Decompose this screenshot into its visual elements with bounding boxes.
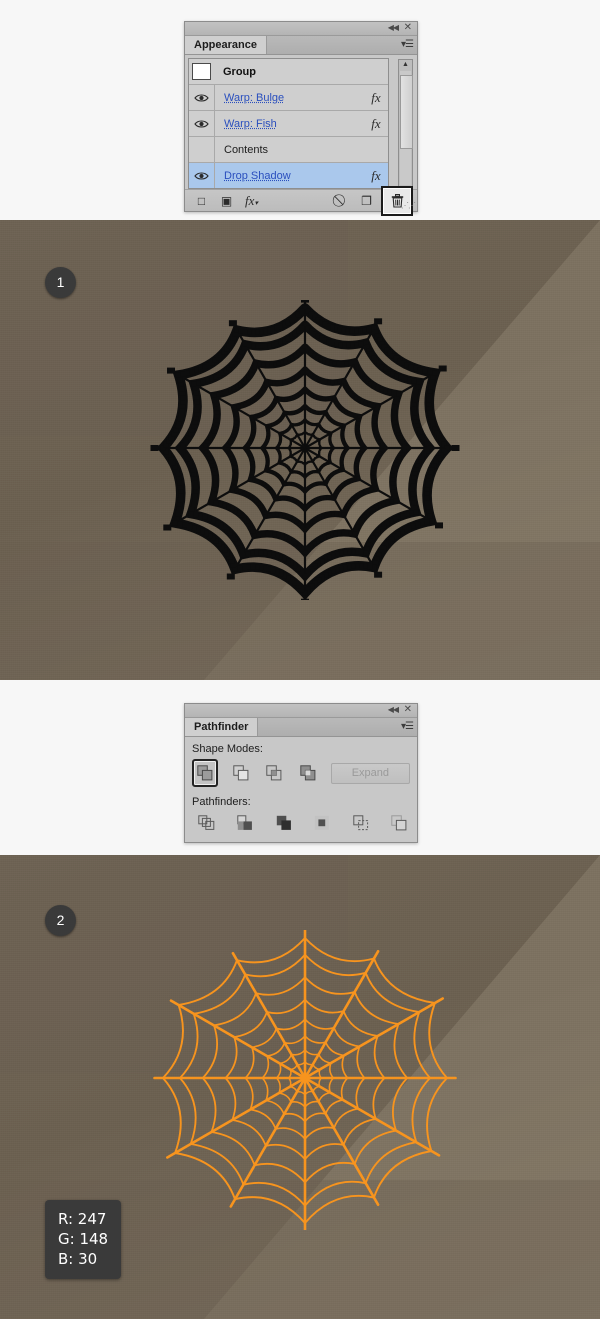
trim-icon	[237, 815, 253, 830]
step-badge-2: 2	[45, 905, 76, 936]
add-effect-icon[interactable]: fx▾	[239, 193, 264, 209]
unite-icon	[197, 765, 213, 781]
spiderweb-black-with-anchors[interactable]	[145, 300, 465, 600]
rgb-readout: R: 247 G: 148 B: 30	[45, 1200, 122, 1279]
fx-icon[interactable]: fx	[364, 116, 388, 132]
appearance-row-contents[interactable]: Contents	[189, 137, 388, 163]
pathfinder-titlebar: ◀◀ ✕	[185, 704, 417, 718]
crop-icon	[315, 815, 330, 830]
step-badge-1-label: 1	[56, 274, 65, 290]
panel-menu-icon[interactable]: ▾☰	[401, 721, 414, 732]
duplicate-item-icon[interactable]: ❐	[354, 194, 379, 208]
spiderweb-orange[interactable]	[145, 930, 465, 1230]
pathfinder-outline-button[interactable]	[350, 812, 372, 834]
minus-front-icon	[233, 765, 249, 781]
pathfinder-body: Shape Modes: Expand Pathfinders:	[185, 737, 417, 842]
eye-icon[interactable]	[189, 163, 215, 188]
double-chevron-left-icon[interactable]: ◀◀	[388, 23, 399, 32]
add-new-fill-icon[interactable]: ▣	[214, 194, 239, 208]
add-new-stroke-icon[interactable]: □	[189, 194, 214, 208]
exclude-icon	[299, 765, 316, 781]
tab-filler	[267, 36, 417, 54]
step-badge-2-label: 2	[56, 912, 65, 928]
pathfinder-panel[interactable]: ◀◀ ✕ Pathfinder ▾☰ Shape Modes: Expand P…	[184, 703, 418, 843]
merge-icon	[276, 815, 291, 830]
minus-back-icon	[391, 815, 407, 831]
fx-icon[interactable]: fx	[364, 90, 388, 106]
appearance-titlebar: ◀◀ ✕	[185, 22, 417, 36]
shape-modes-label: Shape Modes:	[192, 743, 263, 755]
appearance-row-warp-bulge[interactable]: Warp: Bulge fx	[189, 85, 388, 111]
eye-glyph	[194, 119, 209, 128]
scroll-up-icon[interactable]: ▲	[402, 60, 409, 71]
tab-pathfinder-label: Pathfinder	[194, 721, 249, 733]
clear-appearance-icon[interactable]: ⃠	[329, 193, 354, 208]
appearance-scrollbar[interactable]: ▲ ▼	[398, 59, 413, 197]
pathfinder-tabrow: Pathfinder ▾☰	[185, 718, 417, 737]
scroll-thumb[interactable]	[400, 75, 413, 149]
panel-menu-icon[interactable]: ▾☰	[401, 39, 414, 50]
appearance-row-label: Group	[223, 65, 256, 78]
appearance-row-warp-fish[interactable]: Warp: Fish fx	[189, 111, 388, 137]
appearance-row-label[interactable]: Drop Shadow	[215, 170, 364, 182]
appearance-row-group[interactable]: Group	[189, 59, 388, 85]
pathfinder-trim-button[interactable]	[235, 812, 257, 834]
appearance-panel[interactable]: ◀◀ ✕ Appearance ▾☰ Group Warp: Bulge fx …	[184, 21, 418, 216]
close-icon[interactable]: ✕	[404, 22, 412, 34]
pathfinder-merge-button[interactable]	[273, 812, 295, 834]
step2-artboard-screenshot: 2 R: 247 G: 148 B: 30	[0, 855, 600, 1319]
shape-mode-minus-front-button[interactable]	[231, 762, 251, 784]
rgb-g-value: G: 148	[58, 1230, 109, 1248]
appearance-list: Group Warp: Bulge fx Warp: Fish fx Conte…	[188, 58, 389, 189]
shape-mode-unite-button[interactable]	[192, 759, 219, 787]
shape-mode-intersect-button[interactable]	[264, 762, 284, 784]
appearance-footer: □ ▣ fx▾ ⃠ ❐ ⋰⋰	[185, 185, 417, 216]
eye-glyph	[194, 93, 209, 102]
appearance-body: Group Warp: Bulge fx Warp: Fish fx Conte…	[185, 55, 417, 197]
tab-appearance[interactable]: Appearance	[185, 36, 267, 54]
pathfinders-row	[192, 812, 410, 834]
pathfinder-crop-button[interactable]	[312, 812, 334, 834]
pathfinder-divide-button[interactable]	[196, 812, 218, 834]
appearance-tabrow: Appearance ▾☰	[185, 36, 417, 55]
rgb-r-value: R: 247	[58, 1210, 107, 1228]
tab-filler	[258, 718, 417, 736]
fill-swatch[interactable]	[189, 63, 214, 80]
shape-mode-exclude-button[interactable]	[298, 762, 318, 784]
expand-button-label: Expand	[351, 767, 390, 779]
close-icon[interactable]: ✕	[404, 704, 412, 716]
intersect-icon	[266, 765, 282, 781]
divide-icon	[198, 815, 215, 830]
step1-artboard-screenshot: 1	[0, 220, 600, 680]
rgb-b-value: B: 30	[58, 1250, 98, 1268]
chevron-down-icon: ▾	[254, 198, 258, 207]
eye-glyph	[194, 171, 209, 180]
appearance-row-label: Contents	[224, 143, 269, 156]
tab-pathfinder[interactable]: Pathfinder	[185, 718, 259, 736]
appearance-row-label[interactable]: Warp: Fish	[215, 118, 364, 130]
appearance-row-drop-shadow[interactable]: Drop Shadow fx	[189, 163, 388, 188]
step-badge-1: 1	[45, 267, 76, 298]
double-chevron-left-icon[interactable]: ◀◀	[388, 705, 399, 714]
pathfinder-minus-back-button[interactable]	[389, 812, 411, 834]
fx-icon[interactable]: fx	[364, 168, 388, 184]
pathfinders-label: Pathfinders:	[192, 796, 251, 808]
appearance-row-label[interactable]: Warp: Bulge	[215, 92, 364, 104]
resize-grip-icon[interactable]: ⋰⋰	[401, 201, 416, 210]
outline-icon	[353, 815, 368, 831]
eye-slot-empty	[189, 137, 215, 162]
tab-appearance-label: Appearance	[194, 39, 257, 51]
shape-modes-row: Expand	[192, 759, 410, 787]
eye-icon[interactable]	[189, 85, 215, 110]
eye-icon[interactable]	[189, 111, 215, 136]
scroll-track[interactable]	[400, 71, 413, 185]
expand-button[interactable]: Expand	[330, 762, 410, 784]
